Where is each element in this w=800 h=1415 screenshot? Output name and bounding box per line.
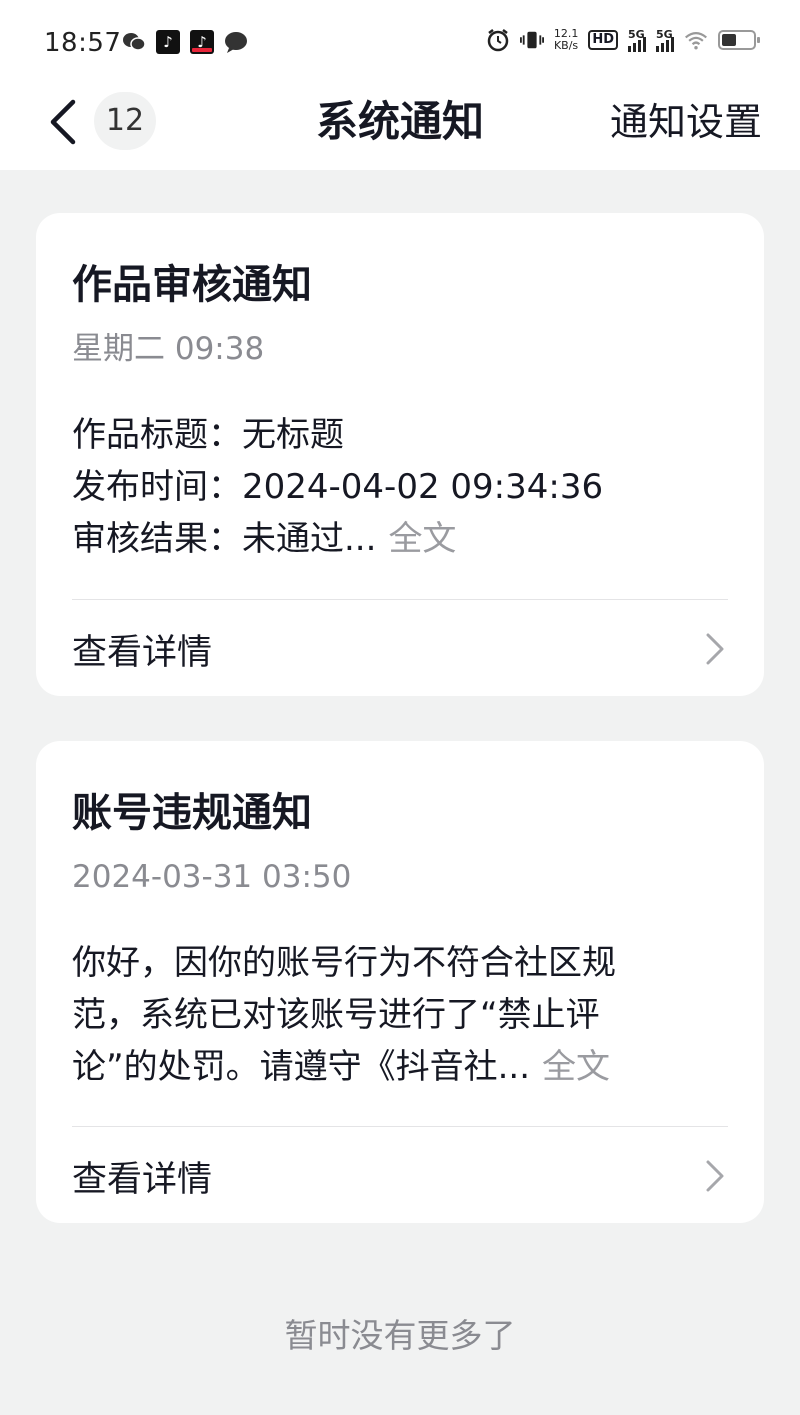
signal-icon: 5G [628, 28, 646, 52]
body-line: 论”的处罚。请遵守《抖音社... 全文 [72, 1041, 720, 1093]
hd-icon: HD [588, 30, 618, 50]
field-value: 2024-04-02 09:34:36 [242, 467, 604, 507]
sim2-label: 5G [656, 28, 673, 41]
douyin-lite-icon: ♪ [190, 30, 214, 54]
notification-card-review: 作品审核通知 星期二 09:38 作品标题： 无标题 发布时间： 2024-04… [36, 213, 764, 696]
body-line: 你好，因你的账号行为不符合社区规 [72, 937, 720, 989]
message-icon [224, 30, 248, 54]
no-more-content-text: 暂时没有更多了 [284, 1316, 516, 1355]
card-title: 作品审核通知 [72, 262, 312, 308]
notification-card-violation: 账号违规通知 2024-03-31 03:50 你好，因你的账号行为不符合社区规… [36, 741, 764, 1223]
network-speed: 12.1 KB/s [554, 28, 579, 52]
wechat-icon [122, 30, 146, 54]
body-text: 你好，因你的账号行为不符合社区规 [72, 943, 616, 983]
network-speed-unit: KB/s [553, 39, 579, 52]
alarm-icon [486, 28, 510, 52]
divider [72, 1126, 728, 1127]
sim1-label: 5G [628, 28, 645, 41]
divider [72, 599, 728, 600]
system-status-icons: 12.1 KB/s HD 5G 5G [486, 28, 760, 52]
card-timestamp: 2024-03-31 03:50 [72, 859, 352, 895]
notification-settings-button[interactable]: 通知设置 [610, 94, 762, 150]
field-row: 发布时间： 2024-04-02 09:34:36 [72, 461, 714, 513]
field-row: 审核结果： 未通过... 全文 [72, 513, 714, 565]
card-timestamp: 星期二 09:38 [72, 331, 265, 367]
navigation-bar: 12 系统通知 通知设置 [0, 86, 800, 170]
view-details-button[interactable]: 查看详情 [72, 621, 728, 677]
wifi-icon [684, 28, 708, 52]
battery-icon [718, 30, 760, 50]
chevron-right-icon [702, 1156, 728, 1196]
card-title: 账号违规通知 [72, 790, 312, 836]
view-details-label: 查看详情 [72, 632, 213, 673]
field-value: 无标题 [242, 415, 344, 455]
card-body: 作品标题： 无标题 发布时间： 2024-04-02 09:34:36 审核结果… [72, 409, 714, 565]
expand-full-text-link[interactable]: 全文 [388, 513, 456, 565]
body-text: 论”的处罚。请遵守《抖音社... [72, 1047, 531, 1087]
field-row: 作品标题： 无标题 [72, 409, 714, 461]
view-details-button[interactable]: 查看详情 [72, 1148, 728, 1204]
field-key: 发布时间： [72, 467, 242, 507]
body-line: 范，系统已对该账号进行了“禁止评 [72, 989, 720, 1041]
vibrate-icon [519, 28, 544, 52]
view-details-label: 查看详情 [72, 1159, 213, 1200]
field-value: 未通过... [242, 519, 377, 559]
chevron-right-icon [702, 629, 728, 669]
status-bar: 18:57 ♪ ♪ 12.1 KB/s HD 5G 5G [0, 0, 800, 86]
field-key: 审核结果： [72, 519, 242, 559]
douyin-icon: ♪ [156, 30, 180, 54]
body-text: 范，系统已对该账号进行了“禁止评 [72, 995, 600, 1035]
status-time: 18:57 [44, 28, 122, 58]
notification-icons: ♪ ♪ [122, 30, 248, 54]
expand-full-text-link[interactable]: 全文 [542, 1041, 610, 1093]
signal-icon-2: 5G [656, 28, 674, 52]
field-key: 作品标题： [72, 415, 242, 455]
card-body: 你好，因你的账号行为不符合社区规 范，系统已对该账号进行了“禁止评 论”的处罚。… [72, 937, 720, 1093]
